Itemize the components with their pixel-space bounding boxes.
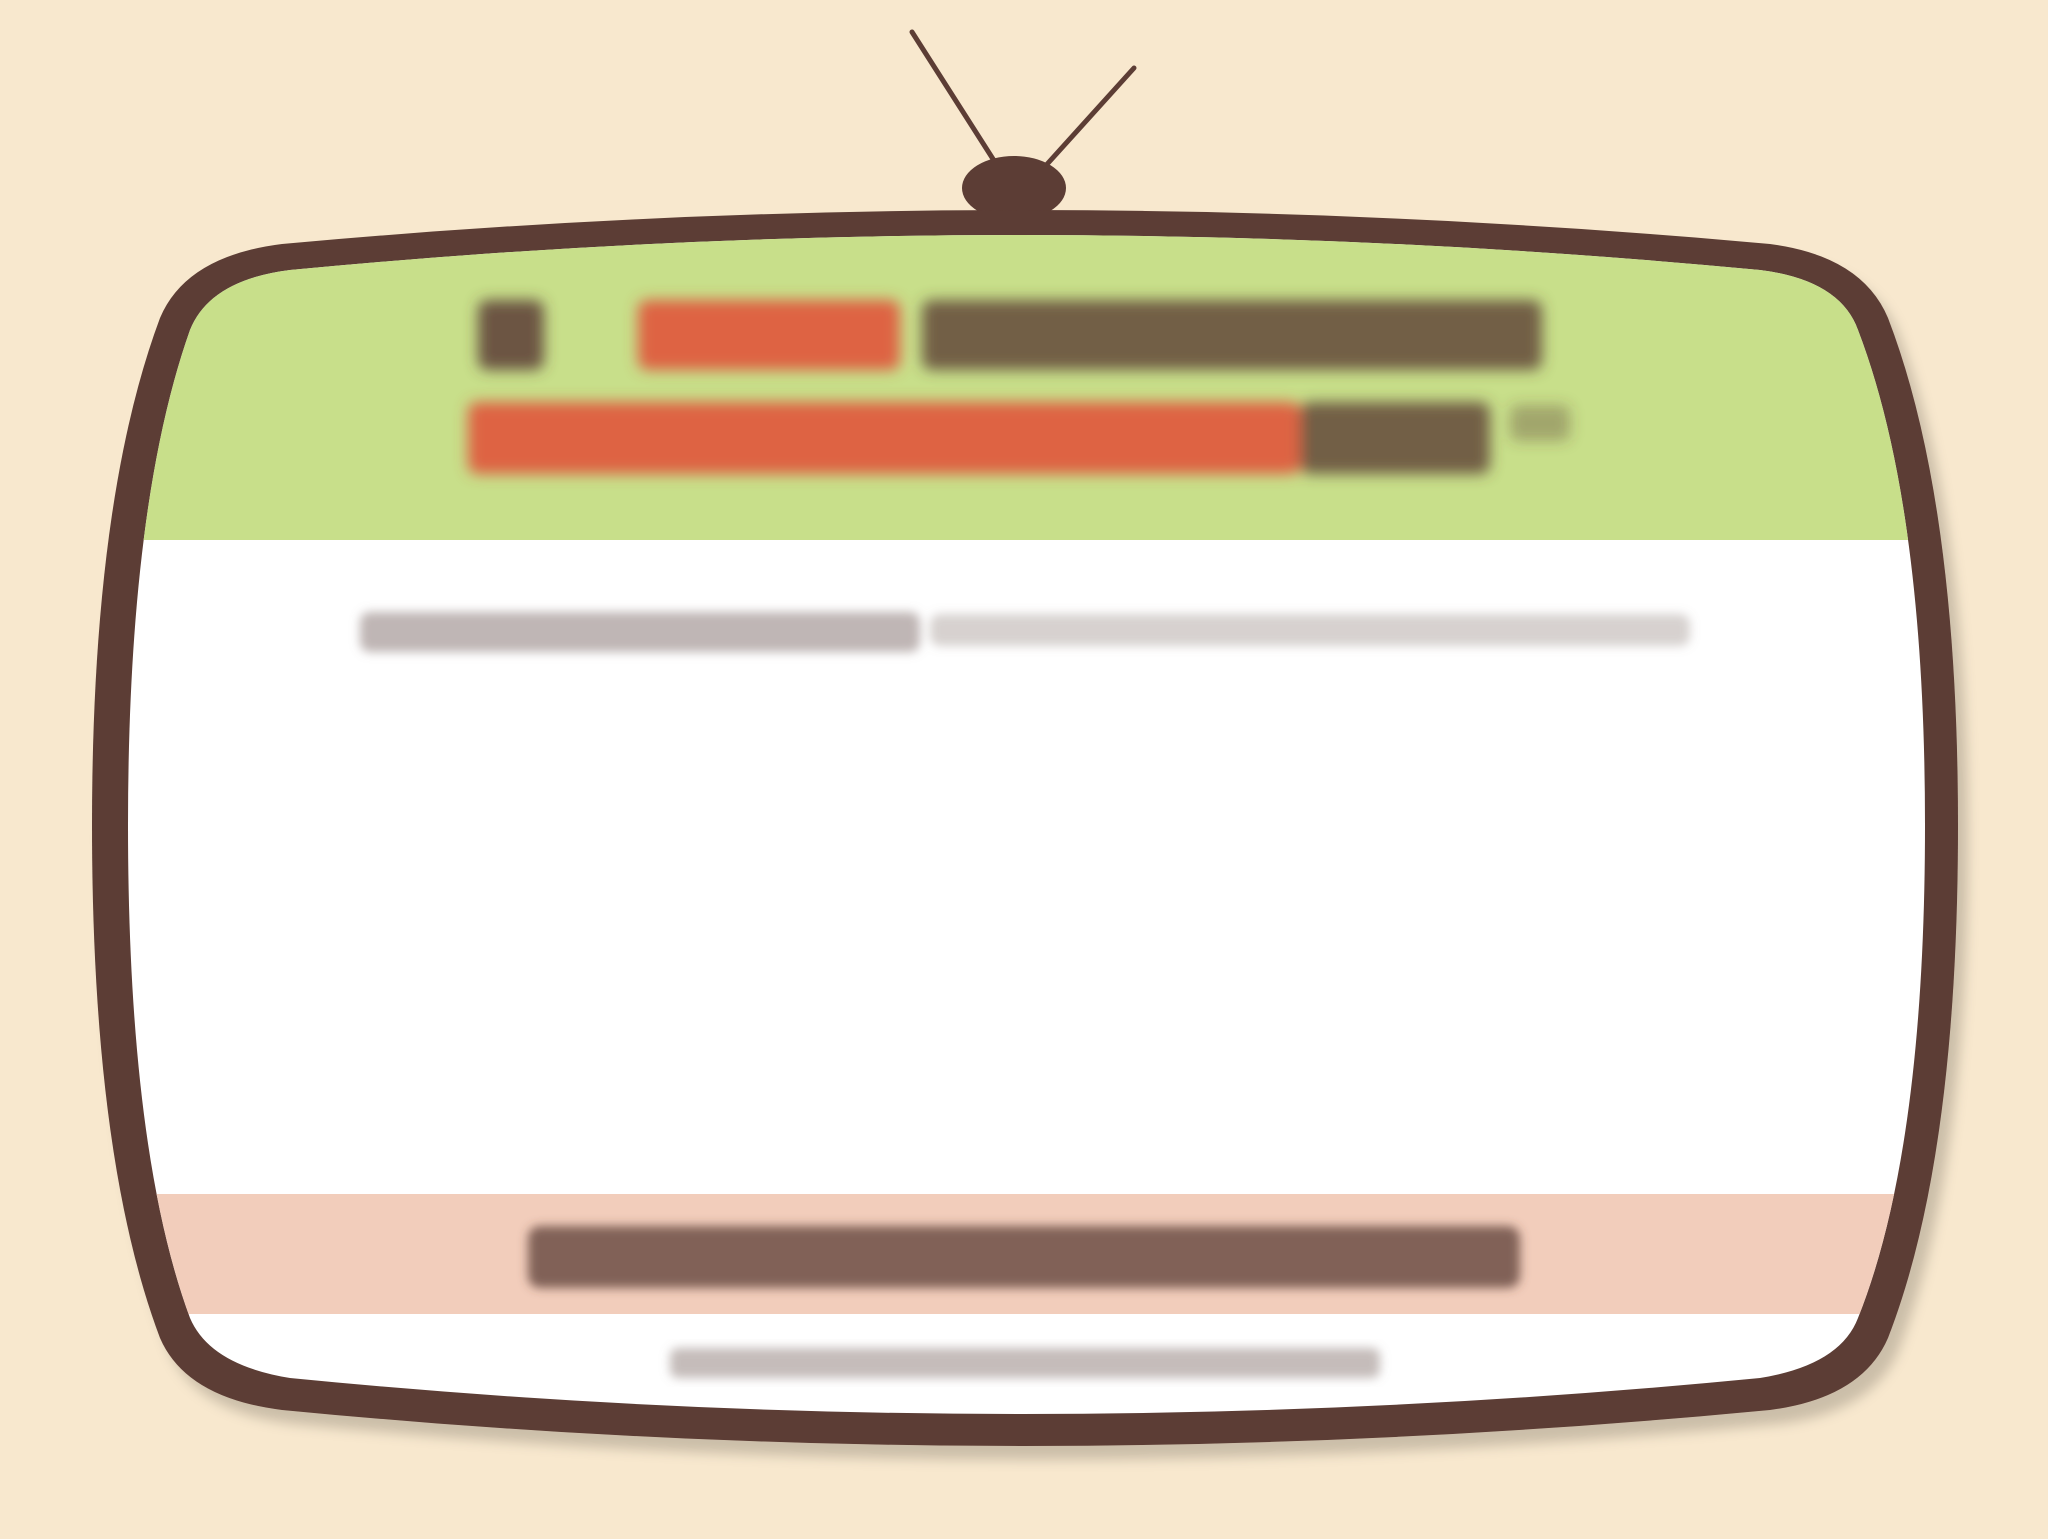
footer-question bbox=[528, 1226, 1520, 1288]
subtitle bbox=[360, 612, 1690, 652]
antenna-icon bbox=[909, 29, 1137, 175]
tv-illustration bbox=[92, 29, 1958, 1446]
footer-caption bbox=[670, 1348, 1380, 1378]
